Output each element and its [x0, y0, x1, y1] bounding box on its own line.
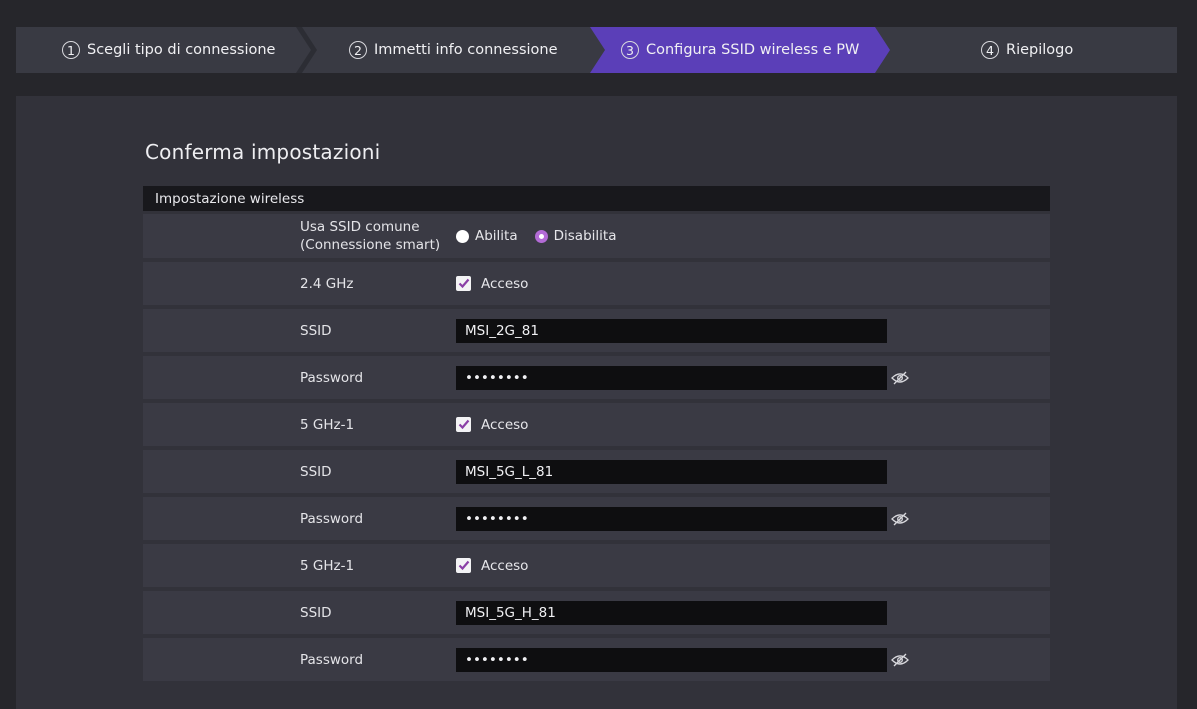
ssid-control-5g-2 [456, 591, 887, 634]
step-label-3: Configura SSID wireless e PW [646, 42, 860, 58]
step-number-2: 2 [349, 41, 367, 59]
common-ssid-label: Usa SSID comune (Connessione smart) [300, 218, 440, 254]
ssid-control-2g [456, 309, 887, 352]
wizard-steps: 1 Scegli tipo di connessione 2 Immetti i… [16, 27, 1177, 73]
password-label-5g-2: Password [300, 652, 364, 668]
step-number-4: 4 [981, 41, 999, 59]
band-label-5g-2: 5 GHz-1 [300, 558, 355, 574]
enable-radio[interactable] [456, 229, 469, 243]
step-separator [296, 27, 317, 73]
wizard-step-2[interactable]: 2 Immetti info connessione [349, 27, 558, 73]
disable-radio-label[interactable]: Disabilita [554, 228, 617, 244]
band-status-2g: Acceso [481, 275, 529, 292]
band-toggle-5g-2: Acceso [456, 544, 528, 587]
checkmark-icon [458, 419, 469, 430]
band-checkbox-5g-1[interactable] [456, 417, 471, 432]
checkmark-icon [458, 278, 469, 289]
step-number-3: 3 [621, 41, 639, 59]
eye-slash-icon[interactable] [891, 371, 909, 385]
band-row-5g-1: 5 GHz-1 Acceso [143, 403, 1050, 446]
password-control-5g-2 [456, 638, 909, 681]
page-title: Conferma impostazioni [145, 140, 381, 164]
wizard-step-4[interactable]: 4 Riepilogo [981, 27, 1073, 73]
ssid-row-5g-1: SSID [143, 450, 1050, 493]
password-input-5g-1[interactable] [456, 506, 887, 531]
eye-slash-icon[interactable] [891, 512, 909, 526]
ssid-label-5g-2: SSID [300, 605, 332, 621]
password-row-2g: Password [143, 356, 1050, 399]
band-row-5g-2: 5 GHz-1 Acceso [143, 544, 1050, 587]
ssid-input-5g-1[interactable] [456, 459, 887, 484]
wizard-step-3[interactable]: 3 Configura SSID wireless e PW [621, 27, 859, 73]
password-label-2g: Password [300, 370, 364, 386]
ssid-label-5g-1: SSID [300, 464, 332, 480]
band-checkbox-2g[interactable] [456, 276, 471, 291]
band-row-2g: 2.4 GHz Acceso [143, 262, 1050, 305]
step-label-4: Riepilogo [1006, 42, 1074, 58]
step-number-1: 1 [62, 41, 80, 59]
band-toggle-5g-1: Acceso [456, 403, 528, 446]
ssid-input-5g-2[interactable] [456, 600, 887, 625]
common-ssid-row: Usa SSID comune (Connessione smart) Abil… [143, 214, 1050, 258]
password-input-2g[interactable] [456, 365, 887, 390]
password-control-2g [456, 356, 909, 399]
ssid-label-2g: SSID [300, 323, 332, 339]
eye-slash-icon[interactable] [891, 653, 909, 667]
step-label-2: Immetti info connessione [374, 42, 558, 58]
password-control-5g-1 [456, 497, 909, 540]
password-input-5g-2[interactable] [456, 647, 887, 672]
step-label-1: Scegli tipo di connessione [87, 42, 276, 58]
common-ssid-label-line2: (Connessione smart) [300, 237, 441, 253]
checkmark-icon [458, 560, 469, 571]
common-ssid-label-line1: Usa SSID comune [300, 219, 420, 235]
enable-radio-label[interactable]: Abilita [475, 228, 518, 244]
disable-radio[interactable] [534, 229, 548, 243]
section-header: Impostazione wireless [143, 186, 1050, 211]
band-label-5g-1: 5 GHz-1 [300, 417, 355, 433]
ssid-row-5g-2: SSID [143, 591, 1050, 634]
band-label-2g: 2.4 GHz [300, 276, 354, 292]
password-row-5g-1: Password [143, 497, 1050, 540]
common-ssid-options: Abilita Disabilita [456, 214, 633, 258]
ssid-control-5g-1 [456, 450, 887, 493]
password-label-5g-1: Password [300, 511, 364, 527]
ssid-row-2g: SSID [143, 309, 1050, 352]
ssid-input-2g[interactable] [456, 318, 887, 343]
password-row-5g-2: Password [143, 638, 1050, 681]
wizard-step-1[interactable]: 1 Scegli tipo di connessione [62, 27, 275, 73]
band-status-5g-1: Acceso [481, 416, 529, 433]
band-toggle-2g: Acceso [456, 262, 528, 305]
settings-panel: Conferma impostazioni Impostazione wirel… [16, 96, 1177, 709]
band-checkbox-5g-2[interactable] [456, 558, 471, 573]
section-title: Impostazione wireless [155, 190, 305, 207]
band-status-5g-2: Acceso [481, 557, 529, 574]
